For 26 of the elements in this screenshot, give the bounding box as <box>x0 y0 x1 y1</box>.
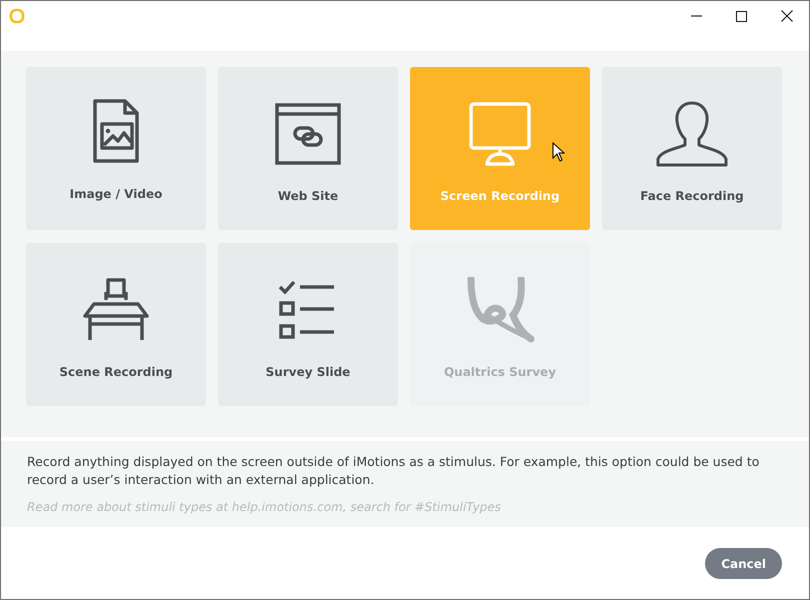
tile-label: Survey Slide <box>266 365 350 379</box>
image-file-icon <box>91 99 141 165</box>
stimulus-tile[interactable]: Image / Video <box>26 67 206 230</box>
tile-label: Qualtrics Survey <box>444 365 556 379</box>
tile-label: Face Recording <box>640 189 744 203</box>
cancel-button[interactable]: Cancel <box>705 548 782 579</box>
tile-label: Screen Recording <box>440 189 560 203</box>
minimize-icon[interactable] <box>691 15 702 17</box>
tile-label: Web Site <box>278 189 338 203</box>
help-text: Read more about stimuli types at help.imotions.com, search for #StimuliTypes <box>27 500 502 514</box>
desk-chair-icon <box>82 278 150 342</box>
app-logo-icon <box>9 8 25 24</box>
person-silhouette-icon <box>656 101 728 167</box>
mouse-cursor-icon <box>552 142 565 162</box>
stimulus-tile[interactable]: Web Site <box>218 67 398 230</box>
close-icon[interactable] <box>780 10 792 22</box>
tile-label: Image / Video <box>70 187 162 201</box>
stimulus-tile[interactable]: Face Recording <box>602 67 782 230</box>
maximize-icon[interactable] <box>736 10 747 22</box>
description-text: Record anything displayed on the screen outside of iMotions as a stimulus. For example, this option could be used to record a user’s interaction with an external application. <box>27 453 760 489</box>
tile-label: Scene Recording <box>59 365 173 379</box>
stimulus-tile[interactable]: Scene Recording <box>26 243 206 406</box>
browser-link-icon <box>275 103 341 165</box>
stimulus-tile[interactable]: Survey Slide <box>218 243 398 406</box>
q-logo-icon <box>465 277 535 343</box>
monitor-icon <box>467 102 533 166</box>
